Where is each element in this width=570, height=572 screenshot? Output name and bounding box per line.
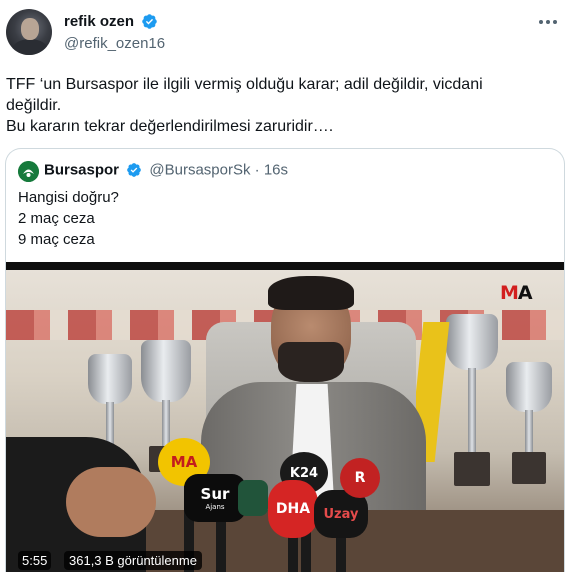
more-options-button[interactable]: [538, 14, 558, 30]
quoted-text-line: 2 maç ceza: [18, 210, 95, 227]
verified-badge-icon: [142, 14, 158, 30]
quoted-author-avatar[interactable]: [18, 161, 39, 182]
quoted-text: Hangisi doğru? 2 maç ceza 9 maç ceza: [18, 187, 119, 250]
broadcaster-logo: MA: [500, 282, 542, 306]
mic-sur-sub: Ajans: [205, 503, 225, 511]
mic-green: [238, 480, 268, 516]
logo-letter-m: M: [500, 282, 519, 304]
author-header: refik ozen: [64, 13, 158, 31]
mic-dha: DHA: [268, 480, 318, 538]
author-handle[interactable]: @refik_ozen16: [64, 35, 165, 52]
video-duration: 5:55: [18, 551, 52, 570]
ellipsis-icon: [539, 20, 543, 24]
bursaspor-crest-icon: [18, 161, 39, 182]
speaker-beard: [278, 342, 344, 382]
logo-letter-a: A: [517, 282, 533, 304]
video-letterbox: [6, 262, 564, 270]
quoted-author-name[interactable]: Bursaspor: [44, 162, 119, 179]
tweet-text: TFF ‘un Bursaspor ile ilgili vermiş oldu…: [6, 74, 556, 137]
verified-badge-icon: [127, 163, 142, 177]
person-arm: [66, 467, 156, 537]
quoted-text-line: Hangisi doğru?: [18, 189, 119, 206]
mic-sur: Sur Ajans: [184, 474, 246, 522]
mic-rudaw: R: [340, 458, 380, 498]
tweet-text-line: TFF ‘un Bursaspor ile ilgili vermiş oldu…: [6, 76, 483, 93]
tweet[interactable]: refik ozen @refik_ozen16 TFF ‘un Bursasp…: [0, 0, 570, 572]
quoted-header: Bursaspor @BursasporSk · 16s: [44, 161, 288, 179]
author-avatar[interactable]: [6, 9, 52, 55]
tweet-text-line: değildir.: [6, 97, 62, 114]
video-views: 361,3 B görüntülenme: [64, 551, 202, 570]
video-player[interactable]: MA Sur Ajans K24 DHA Uzay R MA 5:55 361,…: [6, 262, 564, 572]
quoted-timestamp[interactable]: 16s: [264, 162, 288, 179]
quoted-author-handle[interactable]: @BursasporSk: [149, 162, 250, 179]
quoted-text-line: 9 maç ceza: [18, 231, 95, 248]
author-name[interactable]: refik ozen: [64, 13, 134, 30]
separator-dot: ·: [254, 161, 260, 179]
tweet-text-line: Bu kararın tekrar değerlendirilmesi zaru…: [6, 118, 334, 135]
speaker-hair: [268, 276, 354, 310]
mic-sur-label: Sur: [200, 485, 230, 503]
quoted-tweet[interactable]: Bursaspor @BursasporSk · 16s Hangisi doğ…: [5, 148, 565, 572]
